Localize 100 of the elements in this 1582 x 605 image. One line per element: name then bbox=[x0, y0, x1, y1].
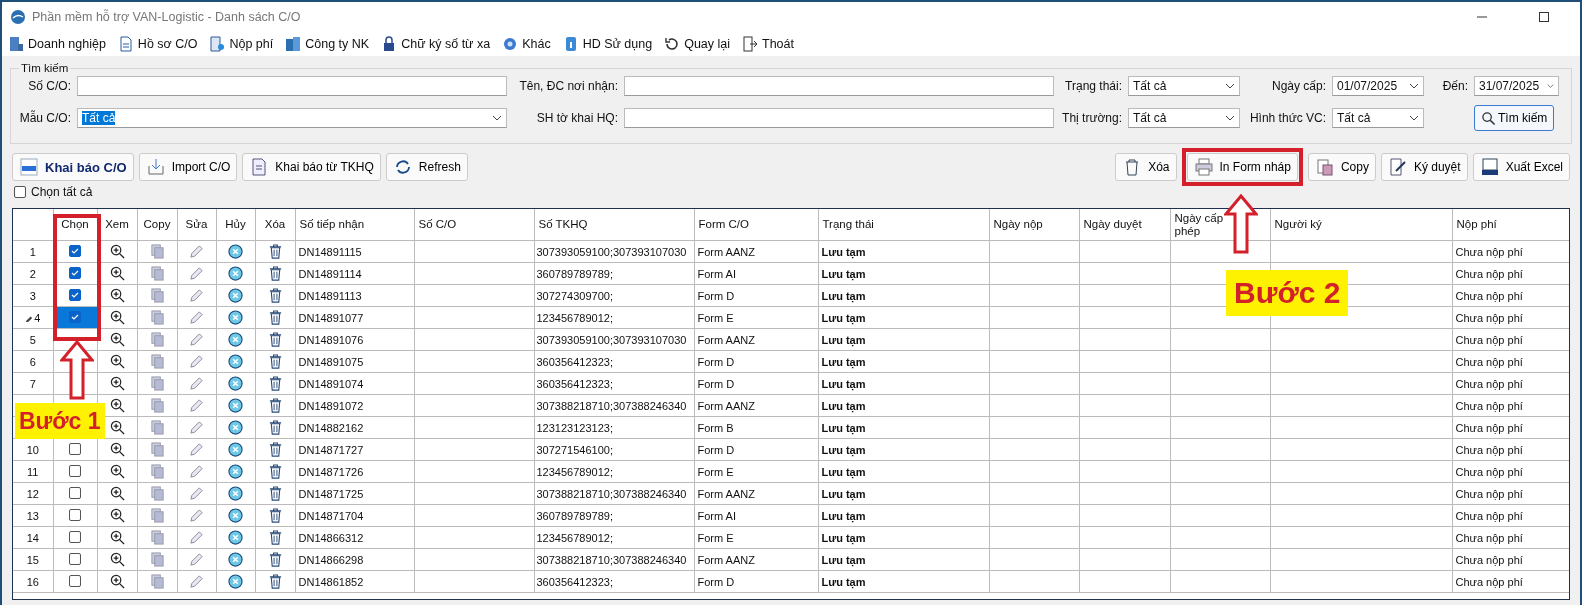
input-field[interactable] bbox=[624, 108, 1054, 128]
trash-icon[interactable] bbox=[267, 530, 283, 545]
checkbox[interactable] bbox=[69, 442, 81, 455]
trash-icon[interactable] bbox=[267, 376, 283, 391]
date-picker[interactable]: 31/07/2025 bbox=[1474, 76, 1559, 96]
zoom-in-icon[interactable] bbox=[109, 420, 125, 435]
zoom-in-icon[interactable] bbox=[109, 552, 125, 567]
toolbar-button[interactable]: Refresh bbox=[385, 153, 468, 181]
zoom-in-icon[interactable] bbox=[109, 574, 125, 589]
zoom-in-icon[interactable] bbox=[109, 508, 125, 523]
checkbox[interactable] bbox=[69, 486, 81, 499]
checkbox[interactable] bbox=[69, 245, 81, 257]
date-picker[interactable]: 01/07/2025 bbox=[1332, 76, 1424, 96]
cancel-icon[interactable] bbox=[228, 310, 243, 325]
cancel-icon[interactable] bbox=[228, 420, 243, 435]
zoom-in-icon[interactable] bbox=[109, 442, 125, 457]
column-header[interactable]: Form C/O bbox=[698, 218, 749, 230]
checkbox[interactable] bbox=[69, 552, 81, 565]
toolbar-button[interactable]: Copy bbox=[1307, 153, 1376, 181]
toolbar-button[interactable]: Xuất Excel bbox=[1472, 153, 1570, 181]
zoom-in-icon[interactable] bbox=[109, 310, 125, 325]
cancel-icon[interactable] bbox=[228, 464, 243, 479]
trash-icon[interactable] bbox=[267, 486, 283, 501]
toolbar-button[interactable]: In Form nháp bbox=[1186, 153, 1298, 181]
trash-icon[interactable] bbox=[267, 574, 283, 589]
cancel-icon[interactable] bbox=[228, 398, 243, 413]
trash-icon[interactable] bbox=[267, 508, 283, 523]
zoom-in-icon[interactable] bbox=[109, 288, 125, 303]
trash-icon[interactable] bbox=[267, 552, 283, 567]
menu-item[interactable]: Khác bbox=[502, 36, 551, 52]
menu-item[interactable]: Chữ ký số từ xa bbox=[381, 36, 491, 52]
toolbar-button[interactable]: Khai báo từ TKHQ bbox=[242, 153, 381, 181]
toolbar-button[interactable]: Import C/O bbox=[138, 153, 238, 181]
checkbox[interactable] bbox=[14, 186, 26, 198]
trash-icon[interactable] bbox=[267, 398, 283, 413]
trash-icon[interactable] bbox=[267, 332, 283, 347]
checkbox[interactable] bbox=[69, 464, 81, 477]
menu-item[interactable]: Nộp phí bbox=[209, 36, 274, 52]
cancel-icon[interactable] bbox=[228, 288, 243, 303]
dropdown[interactable]: Tất cả bbox=[1332, 108, 1424, 128]
chevron-down-icon[interactable] bbox=[1225, 83, 1235, 89]
trash-icon[interactable] bbox=[267, 420, 283, 435]
cancel-icon[interactable] bbox=[228, 486, 243, 501]
checkbox[interactable] bbox=[69, 267, 81, 279]
dropdown[interactable]: Tất cả bbox=[77, 108, 507, 128]
trash-icon[interactable] bbox=[267, 442, 283, 457]
column-header[interactable]: Số C/O bbox=[418, 218, 457, 230]
trash-icon[interactable] bbox=[267, 464, 283, 479]
checkbox[interactable] bbox=[69, 311, 81, 323]
chevron-down-icon[interactable] bbox=[1409, 83, 1419, 89]
menu-item[interactable]: Doanh nghiệp bbox=[8, 36, 106, 52]
chevron-down-icon[interactable] bbox=[1225, 115, 1235, 121]
zoom-in-icon[interactable] bbox=[109, 464, 125, 479]
zoom-in-icon[interactable] bbox=[109, 354, 125, 369]
cancel-icon[interactable] bbox=[228, 354, 243, 369]
dropdown[interactable]: Tất cả bbox=[1128, 108, 1240, 128]
zoom-in-icon[interactable] bbox=[109, 530, 125, 545]
column-header[interactable]: Người ký bbox=[1274, 218, 1322, 230]
column-header[interactable]: Trạng thái bbox=[822, 218, 874, 230]
menu-item[interactable]: HD Sử dụng bbox=[562, 36, 653, 52]
chevron-down-icon[interactable] bbox=[492, 115, 502, 121]
cancel-icon[interactable] bbox=[228, 442, 243, 457]
chevron-down-icon[interactable] bbox=[1409, 115, 1419, 121]
trash-icon[interactable] bbox=[267, 310, 283, 325]
cancel-icon[interactable] bbox=[228, 244, 243, 259]
zoom-in-icon[interactable] bbox=[109, 244, 125, 259]
trash-icon[interactable] bbox=[267, 244, 283, 259]
menu-item[interactable]: Công ty NK bbox=[285, 36, 370, 52]
toolbar-button[interactable]: Khai báo C/O bbox=[12, 153, 134, 181]
input-field[interactable] bbox=[77, 76, 507, 96]
checkbox[interactable] bbox=[69, 508, 81, 521]
cancel-icon[interactable] bbox=[228, 266, 243, 281]
toolbar-button[interactable]: Ký duyệt bbox=[1380, 153, 1468, 181]
zoom-in-icon[interactable] bbox=[109, 332, 125, 347]
zoom-in-icon[interactable] bbox=[109, 266, 125, 281]
column-header[interactable]: Nộp phí bbox=[1456, 218, 1497, 230]
checkbox[interactable] bbox=[69, 574, 81, 587]
cancel-icon[interactable] bbox=[228, 376, 243, 391]
trash-icon[interactable] bbox=[267, 266, 283, 281]
cancel-icon[interactable] bbox=[228, 530, 243, 545]
zoom-in-icon[interactable] bbox=[109, 398, 125, 413]
checkbox[interactable] bbox=[69, 530, 81, 543]
input-field[interactable] bbox=[624, 76, 1054, 96]
cancel-icon[interactable] bbox=[228, 574, 243, 589]
cancel-icon[interactable] bbox=[228, 332, 243, 347]
cancel-icon[interactable] bbox=[228, 508, 243, 523]
checkbox[interactable] bbox=[69, 289, 81, 301]
trash-icon[interactable] bbox=[267, 354, 283, 369]
toolbar-button[interactable]: Xóa bbox=[1115, 153, 1177, 181]
menu-item[interactable]: Quay lại bbox=[664, 36, 731, 52]
cancel-icon[interactable] bbox=[228, 552, 243, 567]
dropdown[interactable]: Tất cả bbox=[1128, 76, 1240, 96]
zoom-in-icon[interactable] bbox=[109, 376, 125, 391]
menu-item[interactable]: Hồ sơ C/O bbox=[117, 36, 198, 52]
trash-icon[interactable] bbox=[267, 288, 283, 303]
maximize-icon[interactable] bbox=[1538, 11, 1550, 23]
zoom-in-icon[interactable] bbox=[109, 486, 125, 501]
search-button[interactable]: Tìm kiếm bbox=[1474, 105, 1555, 131]
menu-item[interactable]: Thoát bbox=[742, 36, 794, 52]
column-header[interactable]: Số TKHQ bbox=[538, 218, 588, 230]
